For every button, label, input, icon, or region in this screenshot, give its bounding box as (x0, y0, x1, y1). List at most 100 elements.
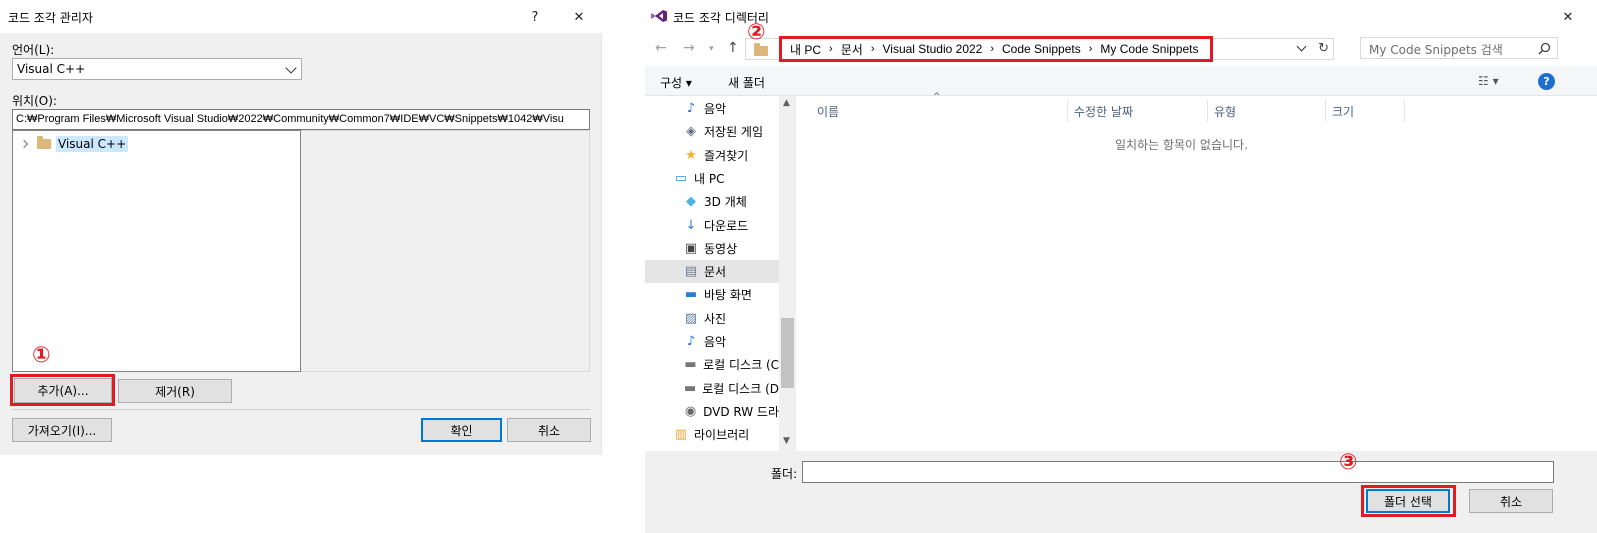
help-icon[interactable]: ? (1538, 73, 1555, 90)
annotation-box-1 (10, 374, 115, 406)
folder-label: 폴더: (771, 467, 798, 481)
chevron-down-icon (285, 62, 297, 74)
computer-icon: ▭ (674, 170, 688, 186)
chevron-right-icon[interactable] (19, 139, 29, 148)
search-placeholder: My Code Snippets 검색 (1369, 43, 1503, 57)
search-icon[interactable] (1538, 42, 1551, 55)
nav-item[interactable]: ↓ 다운로드 (645, 214, 779, 237)
cube-icon: ◆ (686, 194, 696, 210)
back-arrow-icon[interactable]: ← (655, 40, 667, 56)
nav-item-label: 3D 개체 (704, 195, 747, 210)
nav-item[interactable]: ▥ 라이브러리 (645, 423, 779, 446)
download-icon: ↓ (685, 217, 697, 233)
dvd-icon: ◉ (684, 403, 697, 419)
nav-item-label: DVD RW 드라 (703, 404, 779, 419)
column-header-type[interactable]: 유형 (1208, 100, 1326, 122)
recent-chevron-icon[interactable]: ▾ (709, 44, 714, 54)
nav-item[interactable]: ▣ 동영상 (645, 237, 779, 260)
annotation-step-1: ① (32, 343, 51, 368)
folder-input[interactable] (802, 461, 1554, 483)
tree-item-visual-cpp[interactable]: Visual C++ (19, 135, 129, 152)
column-header-size[interactable]: 크기 (1326, 100, 1405, 122)
annotation-box-3 (1361, 485, 1456, 517)
annotation-step-2: ② (747, 20, 766, 45)
help-button[interactable]: ? (524, 6, 546, 28)
view-options-icon[interactable]: ☷ ▾ (1478, 74, 1499, 88)
column-header-date-modified[interactable]: 수정한 날짜 (1068, 100, 1208, 122)
cancel-button[interactable]: 취소 (507, 418, 591, 442)
divider (12, 409, 590, 410)
nav-item-label: 문서 (704, 265, 727, 280)
nav-item[interactable]: ♪ 음악 (645, 97, 779, 120)
language-label: 언어(L): (12, 43, 55, 57)
nav-item[interactable]: ♪ 음악 (645, 330, 779, 353)
nav-item-label: 다운로드 (704, 218, 749, 233)
column-header-name[interactable]: 이름 (811, 100, 1068, 122)
nav-item[interactable]: ▬ 로컬 디스크 (C (645, 353, 779, 376)
nav-item-label: 바탕 화면 (704, 288, 752, 303)
nav-item[interactable]: ▤ 문서 (645, 260, 779, 284)
snippet-manager-dialog: 코드 조각 관리자 ? ✕ 언어(L): Visual C++ 위치(O): C… (0, 0, 602, 455)
up-arrow-icon[interactable]: ↑ (727, 40, 739, 56)
nav-item-label: 저장된 게임 (704, 125, 764, 140)
music-icon: ♪ (686, 101, 696, 116)
search-input[interactable]: My Code Snippets 검색 (1360, 37, 1558, 59)
scrollbar-thumb[interactable] (781, 318, 794, 388)
bottom-panel: 폴더: 폴더 선택 취소 ③ (645, 451, 1597, 533)
nav-item[interactable]: ▬ 바탕 화면 (645, 283, 779, 306)
language-value: Visual C++ (17, 62, 86, 76)
language-select[interactable]: Visual C++ (12, 58, 302, 80)
disk-icon: ▬ (684, 357, 697, 373)
nav-item[interactable]: ▭ 내 PC (645, 167, 779, 190)
nav-item-label: 즐겨찾기 (704, 148, 749, 163)
snippet-directory-dialog: 코드 조각 디렉터리 ✕ ← → ▾ ↑ 내 PC › 문서 › Visual … (645, 0, 1597, 533)
toolbar: 구성 ▾ 새 폴더 ☷ ▾ (645, 66, 1597, 96)
nav-item-label: 로컬 디스크 (D (702, 381, 779, 396)
import-button[interactable]: 가져오기(I)... (12, 418, 112, 442)
tree-item-label: Visual C++ (56, 135, 129, 152)
gamepad-icon: ◈ (686, 124, 696, 140)
nav-scrollbar[interactable]: ▲ ▼ (779, 96, 796, 451)
ok-button[interactable]: 확인 (421, 418, 502, 442)
forward-arrow-icon[interactable]: → (683, 40, 695, 56)
cancel-button[interactable]: 취소 (1469, 489, 1553, 513)
dialog-title: 코드 조각 관리자 (8, 11, 93, 25)
snippet-tree[interactable]: Visual C++ (12, 130, 301, 372)
snippet-details-pane (301, 130, 590, 372)
location-path-field[interactable]: C:₩Program Files₩Microsoft Visual Studio… (12, 109, 590, 130)
empty-message: 일치하는 항목이 없습니다. (1115, 138, 1248, 152)
refresh-icon[interactable]: ↻ (1318, 41, 1329, 56)
nav-item-label: 사진 (704, 311, 727, 326)
document-icon: ▤ (684, 264, 698, 280)
nav-item[interactable]: ◆ 3D 개체 (645, 190, 779, 213)
nav-item[interactable]: ▨ 사진 (645, 307, 779, 330)
location-label: 위치(O): (12, 94, 57, 108)
navigation-pane: ♪ 음악 ◈ 저장된 게임 ★ 즐겨찾기 ▭ 내 PC ◆ 3D 개체 ↓ 다운로드 ▣ 동영상 ▤ 문서 ▬ 바… (645, 96, 795, 451)
chevron-down-icon[interactable] (1296, 41, 1307, 52)
nav-item-label: 음악 (704, 335, 727, 349)
organize-menu[interactable]: 구성 ▾ (660, 74, 692, 91)
nav-item[interactable]: ◉ DVD RW 드라 (645, 400, 779, 423)
annotation-box-2 (779, 36, 1213, 62)
nav-item[interactable]: ◈ 저장된 게임 (645, 120, 779, 143)
nav-item-label: 라이브러리 (694, 428, 750, 443)
desktop-icon: ▬ (684, 287, 698, 303)
scroll-up-icon[interactable]: ▲ (783, 98, 790, 108)
title-bar: 코드 조각 관리자 ? ✕ (0, 0, 602, 33)
nav-item-label: 동영상 (704, 241, 738, 256)
nav-item[interactable]: ▬ 로컬 디스크 (D (645, 377, 779, 400)
nav-item-label: 로컬 디스크 (C (703, 358, 779, 373)
visual-studio-icon (651, 10, 667, 22)
video-icon: ▣ (684, 240, 698, 256)
music-icon: ♪ (686, 334, 696, 349)
scroll-down-icon[interactable]: ▼ (783, 436, 790, 446)
annotation-step-3: ③ (1339, 450, 1358, 475)
disk-icon: ▬ (683, 380, 697, 396)
nav-item[interactable]: ★ 즐겨찾기 (645, 144, 779, 167)
picture-icon: ▨ (684, 310, 698, 326)
nav-item-label: 음악 (704, 102, 727, 116)
close-icon[interactable]: ✕ (1557, 6, 1579, 28)
remove-button[interactable]: 제거(R) (118, 379, 232, 403)
new-folder-button[interactable]: 새 폴더 (728, 74, 765, 91)
close-icon[interactable]: ✕ (568, 6, 590, 28)
